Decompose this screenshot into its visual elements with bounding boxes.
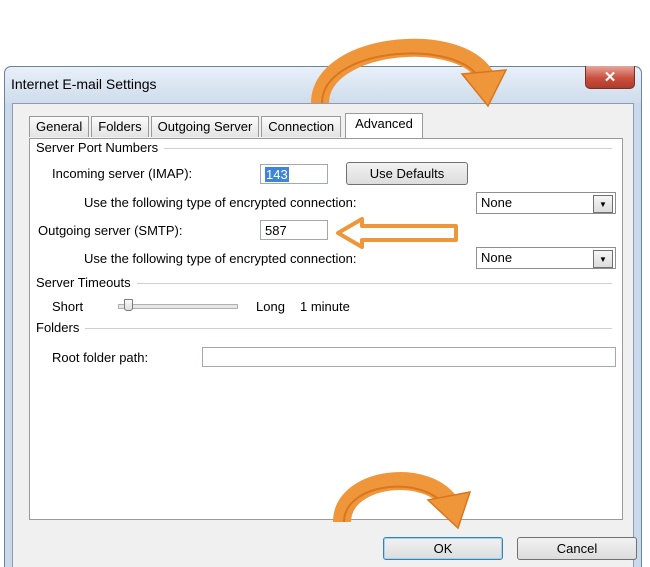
outgoing-server-label: Outgoing server (SMTP): <box>38 223 183 238</box>
close-icon: ✕ <box>603 69 617 86</box>
tab-folders[interactable]: Folders <box>91 116 149 137</box>
outgoing-port-input[interactable]: 587 <box>260 220 328 240</box>
timeout-short-label: Short <box>52 299 84 314</box>
server-timeouts-group-label: Server Timeouts <box>36 275 137 290</box>
root-folder-label: Root folder path: <box>52 350 149 365</box>
timeout-long-label: Long <box>256 299 285 314</box>
timeout-value-label: 1 minute <box>300 299 350 314</box>
folders-group-label: Folders <box>36 320 86 335</box>
dialog-title: Internet E-mail Settings <box>11 76 157 92</box>
incoming-encryption-select[interactable]: None ▼ <box>476 192 616 214</box>
advanced-tab-panel: Server Port Numbers Incoming server (IMA… <box>29 138 623 520</box>
cancel-button[interactable]: Cancel <box>517 537 637 560</box>
timeout-slider-track[interactable] <box>118 304 238 309</box>
chevron-down-icon[interactable]: ▼ <box>593 250 613 268</box>
incoming-encryption-label: Use the following type of encrypted conn… <box>84 195 357 210</box>
outgoing-encryption-select[interactable]: None ▼ <box>476 247 616 269</box>
tab-connection[interactable]: Connection <box>261 116 342 137</box>
outgoing-encryption-label: Use the following type of encrypted conn… <box>84 251 357 266</box>
dialog-client-area: General Folders Outgoing Server Connecti… <box>12 103 637 567</box>
use-defaults-button[interactable]: Use Defaults <box>346 162 468 185</box>
chevron-down-icon[interactable]: ▼ <box>593 195 613 213</box>
incoming-port-input[interactable]: 143 <box>260 164 328 184</box>
tab-strip: General Folders Outgoing Server Connecti… <box>29 113 425 138</box>
incoming-server-label: Incoming server (IMAP): <box>52 166 193 181</box>
tab-general[interactable]: General <box>29 116 90 137</box>
divider <box>40 328 612 329</box>
tab-advanced[interactable]: Advanced <box>345 113 423 138</box>
root-folder-input[interactable] <box>202 347 616 367</box>
title-bar[interactable]: Internet E-mail Settings ✕ <box>5 66 641 103</box>
dialog-window: Internet E-mail Settings ✕ General Folde… <box>4 66 642 567</box>
close-button[interactable]: ✕ <box>585 66 635 89</box>
ok-button[interactable]: OK <box>383 537 503 560</box>
tab-outgoing-server[interactable]: Outgoing Server <box>150 116 260 137</box>
timeout-slider-thumb[interactable] <box>124 299 133 311</box>
server-ports-group-label: Server Port Numbers <box>36 140 165 155</box>
